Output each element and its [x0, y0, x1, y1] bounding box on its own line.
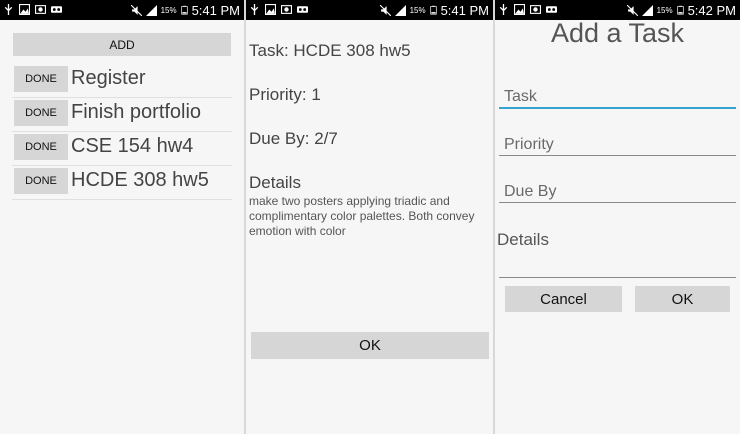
battery-percent: 15%	[160, 5, 177, 15]
details-label: Details	[497, 230, 549, 249]
clock: 5:41 PM	[440, 2, 489, 18]
priority-input[interactable]	[499, 134, 736, 156]
details-heading: Details	[249, 173, 301, 192]
signal-icon	[641, 4, 653, 16]
task-detail-screen: 15% 5:41 PM Task: HCDE 308 hw5 Priority:…	[246, 0, 493, 434]
battery-icon	[429, 5, 437, 15]
priority-text: Priority: 1	[249, 85, 321, 104]
due-by-input[interactable]	[499, 181, 736, 203]
ok-button[interactable]: OK	[635, 286, 730, 312]
gallery-icon	[281, 5, 292, 14]
clock: 5:41 PM	[191, 2, 240, 18]
mute-icon	[626, 4, 638, 16]
voicemail-icon	[51, 6, 62, 13]
add-task-screen: 15% 5:42 PM Add a Task Details Cancel OK	[495, 0, 740, 434]
battery-icon	[180, 5, 188, 15]
battery-percent: 15%	[409, 5, 426, 15]
task-row: DONE CSE 154 hw4	[12, 131, 232, 166]
gallery-icon	[530, 5, 541, 14]
details-input[interactable]	[499, 256, 736, 278]
image-icon	[19, 4, 30, 15]
voicemail-icon	[297, 6, 308, 13]
add-button[interactable]: ADD	[13, 33, 231, 56]
signal-icon	[145, 4, 157, 16]
image-icon	[514, 4, 525, 15]
usb-icon	[4, 4, 13, 15]
battery-icon	[676, 5, 684, 15]
done-button[interactable]: DONE	[14, 100, 68, 126]
status-bar: 15% 5:42 PM	[495, 0, 740, 20]
signal-icon	[394, 4, 406, 16]
voicemail-icon	[546, 6, 557, 13]
mute-icon	[130, 4, 142, 16]
details-text: make two posters applying triadic and co…	[249, 194, 475, 238]
task-row: DONE HCDE 308 hw5	[12, 165, 232, 200]
task-title: Task: HCDE 308 hw5	[249, 41, 411, 60]
cancel-button[interactable]: Cancel	[505, 286, 622, 312]
task-name[interactable]: Register	[71, 67, 145, 90]
clock: 5:42 PM	[687, 2, 736, 18]
task-name[interactable]: Finish portfolio	[71, 101, 201, 124]
gallery-icon	[35, 5, 46, 14]
task-name[interactable]: HCDE 308 hw5	[71, 169, 209, 192]
usb-icon	[250, 4, 259, 15]
image-icon	[265, 4, 276, 15]
done-button[interactable]: DONE	[14, 168, 68, 194]
page-title: Add a Task	[550, 18, 685, 48]
task-row: DONE Register	[12, 63, 232, 98]
task-name[interactable]: CSE 154 hw4	[71, 135, 193, 158]
status-bar: 15% 5:41 PM	[0, 0, 244, 20]
battery-percent: 15%	[656, 5, 673, 15]
task-input[interactable]	[499, 87, 736, 109]
task-row: DONE Finish portfolio	[12, 97, 232, 132]
ok-button[interactable]: OK	[251, 332, 489, 359]
usb-icon	[499, 4, 508, 15]
due-date-text: Due By: 2/7	[249, 129, 338, 148]
done-button[interactable]: DONE	[14, 134, 68, 160]
done-button[interactable]: DONE	[14, 66, 68, 92]
task-list-screen: 15% 5:41 PM ADD DONE Register DONE Finis…	[0, 0, 244, 434]
status-bar: 15% 5:41 PM	[246, 0, 493, 20]
mute-icon	[379, 4, 391, 16]
